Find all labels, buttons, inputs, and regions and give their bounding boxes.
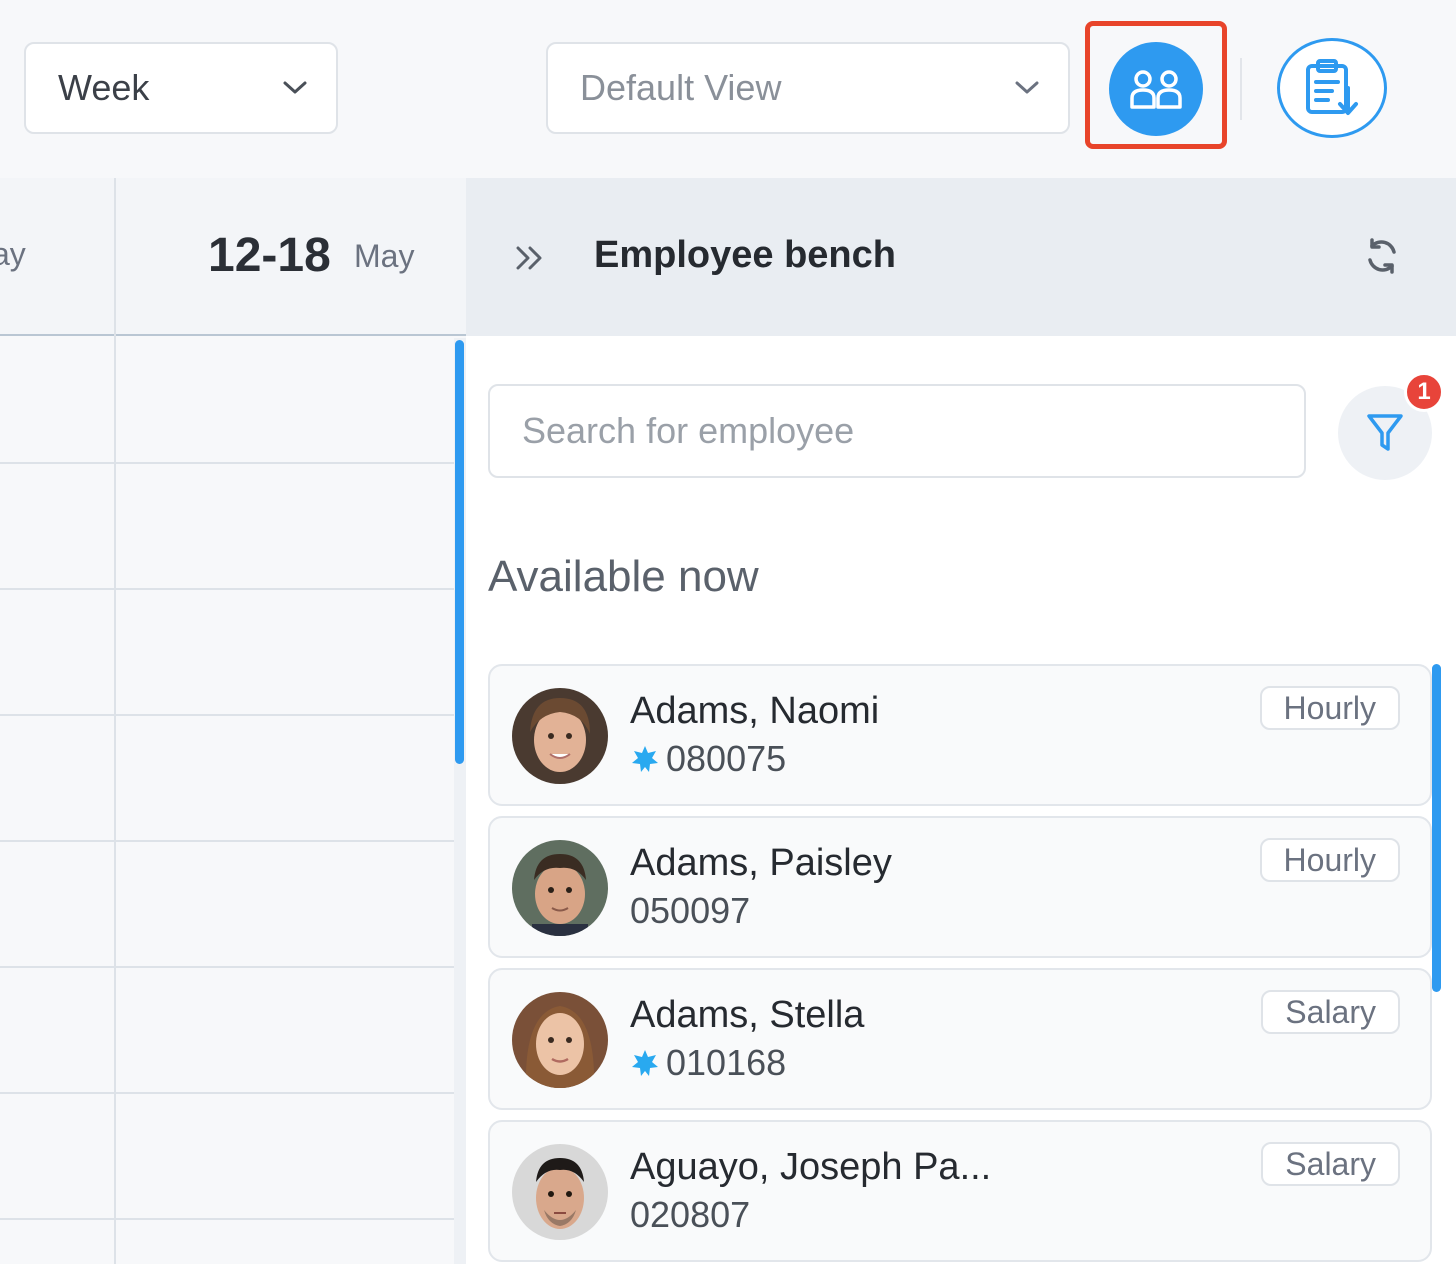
week-month: May xyxy=(354,238,415,274)
calendar-row-line xyxy=(0,966,454,968)
calendar-scrollbar-thumb[interactable] xyxy=(455,340,464,764)
employee-bench-panel: Employee bench 1 Available now xyxy=(466,178,1456,1264)
export-schedule-button[interactable] xyxy=(1277,38,1387,138)
employee-name: Aguayo, Joseph Pa... xyxy=(630,1146,992,1188)
view-select[interactable]: Default View xyxy=(546,42,1070,134)
pay-type-badge: Salary xyxy=(1261,990,1400,1034)
toolbar-divider xyxy=(1240,58,1242,120)
bench-header: Employee bench xyxy=(466,178,1456,336)
employee-avatar xyxy=(512,688,608,784)
chevron-down-icon xyxy=(1015,81,1039,94)
pay-type-badge: Hourly xyxy=(1259,686,1400,730)
employee-avatar xyxy=(512,1144,608,1240)
employee-avatar xyxy=(512,840,608,936)
pay-type-badge: Salary xyxy=(1261,1142,1400,1186)
employee-search-input[interactable] xyxy=(522,410,1272,452)
chevron-down-icon xyxy=(283,81,307,94)
filter-count-badge: 1 xyxy=(1404,372,1444,412)
top-toolbar: Week Default View xyxy=(0,0,1456,178)
period-select[interactable]: Week xyxy=(24,42,338,134)
column-divider xyxy=(114,178,116,1264)
refresh-icon[interactable] xyxy=(1362,236,1402,276)
calendar-row-line xyxy=(0,588,454,590)
employee-id: 080075 xyxy=(666,738,787,779)
employee-id-row: 050097 xyxy=(630,890,750,932)
employee-id: 020807 xyxy=(630,1194,751,1235)
search-input-container[interactable] xyxy=(488,384,1306,478)
period-select-value: Week xyxy=(58,67,150,108)
employee-id-row: 010168 xyxy=(630,1042,786,1084)
calendar-row-line xyxy=(0,462,454,464)
calendar-row-line xyxy=(0,1092,454,1094)
pay-type-badge: Hourly xyxy=(1259,838,1400,882)
calendar-row-line xyxy=(0,840,454,842)
employee-id: 010168 xyxy=(666,1042,787,1083)
calendar-row-line xyxy=(0,1218,454,1220)
previous-week-label: ay xyxy=(0,236,26,272)
filter-icon xyxy=(1367,414,1403,451)
view-select-value: Default View xyxy=(580,67,782,108)
employee-id-row: 080075 xyxy=(630,738,786,780)
calendar-header: ay 12-18 May xyxy=(0,178,466,336)
available-now-heading: Available now xyxy=(488,552,759,601)
bench-scrollbar-thumb[interactable] xyxy=(1432,664,1441,992)
people-icon xyxy=(1130,70,1182,109)
employee-id-row: 020807 xyxy=(630,1194,750,1236)
double-chevron-right-icon[interactable] xyxy=(510,238,550,278)
employee-name: Adams, Stella xyxy=(630,994,865,1036)
calendar-row-line xyxy=(0,714,454,716)
schedule-calendar: ay 12-18 May xyxy=(0,178,466,1264)
employee-card[interactable]: Adams, Stella 010168 Salary xyxy=(488,968,1432,1110)
employee-bench-toggle-button[interactable] xyxy=(1109,42,1203,136)
employee-avatar xyxy=(512,992,608,1088)
star-badge-icon xyxy=(632,1050,658,1076)
employee-name: Adams, Paisley xyxy=(630,842,892,884)
employee-name: Adams, Naomi xyxy=(630,690,880,732)
star-badge-icon xyxy=(632,746,658,772)
clipboard-download-icon xyxy=(1306,59,1358,115)
employee-card[interactable]: Adams, Paisley 050097 Hourly xyxy=(488,816,1432,958)
employee-id: 050097 xyxy=(630,890,751,931)
employee-card[interactable]: Adams, Naomi 080075 Hourly xyxy=(488,664,1432,806)
week-range: 12-18 xyxy=(208,229,331,282)
employee-card[interactable]: Aguayo, Joseph Pa... 020807 Salary xyxy=(488,1120,1432,1262)
bench-title: Employee bench xyxy=(594,234,896,276)
